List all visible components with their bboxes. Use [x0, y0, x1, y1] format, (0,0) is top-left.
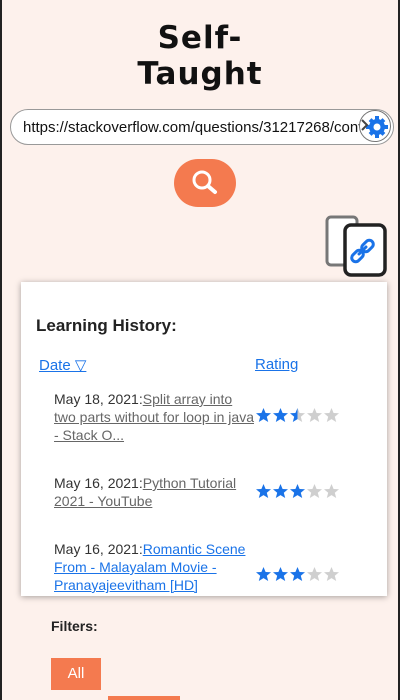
star-filled-icon[interactable] [255, 407, 272, 423]
star-filled-icon[interactable] [272, 407, 289, 423]
star-empty-icon[interactable] [323, 407, 340, 423]
search-icon [192, 170, 217, 194]
star-half-icon[interactable] [289, 407, 306, 423]
star-filled-icon[interactable] [272, 566, 289, 582]
star-filled-icon[interactable] [255, 566, 272, 582]
star-filled-icon[interactable] [289, 483, 306, 499]
star-filled-icon[interactable] [272, 483, 289, 499]
history-entry: May 16, 2021:Python Tutorial 2021 - YouT… [54, 474, 254, 510]
history-entry: May 16, 2021:Romantic Scene From - Malay… [54, 540, 254, 594]
copy-link-button[interactable] [324, 214, 390, 278]
learning-history-heading: Learning History: [36, 316, 177, 335]
sort-by-date-link[interactable]: Date ▽ [39, 356, 86, 374]
app-title: Self- Taught [2, 20, 398, 92]
history-entry: May 18, 2021:Split array into two parts … [54, 390, 254, 444]
star-empty-icon[interactable] [306, 407, 323, 423]
sort-by-rating-link[interactable]: Rating [255, 356, 298, 373]
star-empty-icon[interactable] [323, 566, 340, 582]
learning-history-panel: Learning History: Date ▽ Rating May 18, … [21, 282, 387, 596]
filter-button-partial[interactable] [108, 696, 180, 700]
entry-date: May 16, 2021: [54, 541, 143, 557]
settings-button[interactable] [359, 110, 391, 142]
rating-stars[interactable] [255, 407, 340, 423]
filters-label: Filters: [51, 618, 98, 634]
url-bar [10, 109, 394, 145]
star-empty-icon[interactable] [323, 483, 340, 499]
rating-stars[interactable] [255, 483, 340, 499]
gear-icon [361, 116, 388, 138]
app-title-line1: Self- [157, 20, 243, 56]
app-title-line2: Taught [137, 56, 263, 92]
star-empty-icon[interactable] [306, 566, 323, 582]
star-filled-icon[interactable] [289, 566, 306, 582]
search-button[interactable] [174, 159, 236, 207]
entry-date: May 16, 2021: [54, 475, 143, 491]
star-empty-icon[interactable] [306, 483, 323, 499]
star-filled-icon[interactable] [255, 483, 272, 499]
rating-stars[interactable] [255, 566, 340, 582]
entry-date: May 18, 2021: [54, 391, 143, 407]
copy-link-icon [325, 215, 387, 277]
url-input[interactable] [23, 110, 363, 144]
filter-all-button[interactable]: All [51, 658, 101, 690]
